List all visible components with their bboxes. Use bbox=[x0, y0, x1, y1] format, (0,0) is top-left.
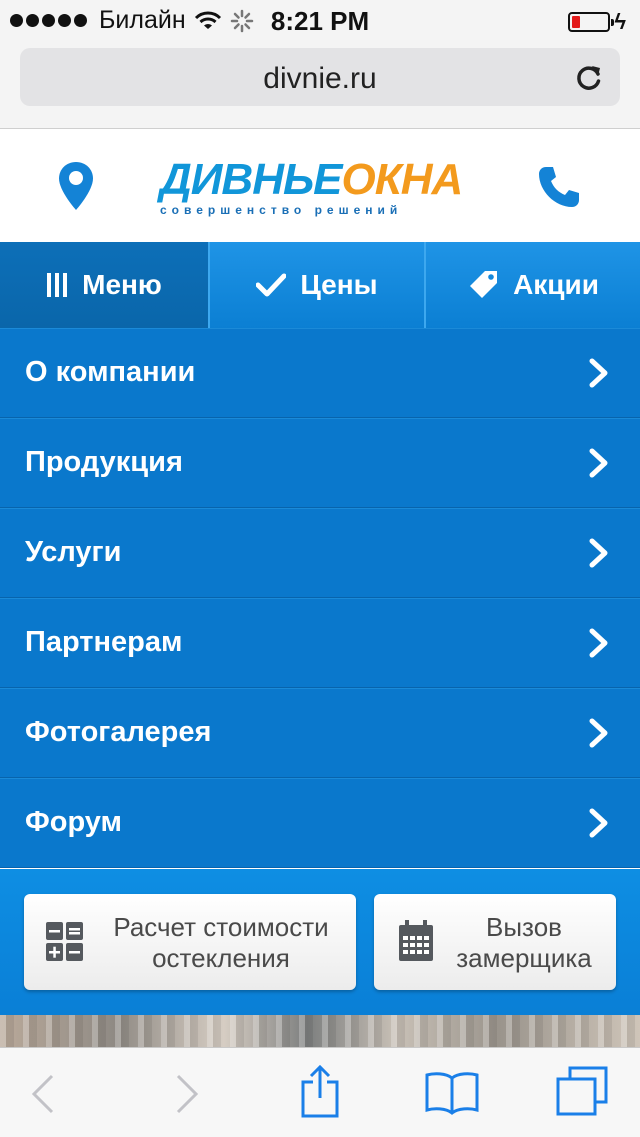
call-measurer-line-2: замерщика bbox=[456, 943, 592, 973]
menu-item-label: Продукция bbox=[25, 446, 183, 478]
banner-image bbox=[0, 1015, 640, 1047]
charging-bolt-icon: ϟ bbox=[614, 9, 626, 34]
tag-icon bbox=[470, 271, 498, 298]
logo-word-2: ОКНА bbox=[341, 155, 463, 204]
action-panel: Расчет стоимости остекления Вызов замерщ… bbox=[0, 869, 640, 1015]
calculate-cost-line-1: Расчет стоимости bbox=[113, 912, 329, 942]
logo-tagline: совершенство решений bbox=[160, 203, 403, 217]
calculator-icon bbox=[46, 922, 83, 961]
site-header: ДИВНЬЕОКНА совершенство решений bbox=[0, 129, 640, 242]
chevron-right-icon bbox=[589, 358, 608, 388]
forward-icon[interactable] bbox=[174, 1074, 200, 1114]
chevron-right-icon bbox=[589, 718, 608, 748]
address-bar[interactable]: divnie.ru bbox=[20, 48, 620, 106]
browser-chrome: divnie.ru bbox=[0, 40, 640, 129]
logo-word-1: ДИВНЬЕ bbox=[160, 155, 342, 204]
menu-item-about[interactable]: О компании bbox=[0, 328, 640, 418]
url-text: divnie.ru bbox=[263, 62, 377, 95]
menu-item-gallery[interactable]: Фотогалерея bbox=[0, 688, 640, 778]
calendar-icon bbox=[399, 920, 433, 961]
tab-prices-label: Цены bbox=[300, 269, 378, 300]
menu-item-products[interactable]: Продукция bbox=[0, 418, 640, 508]
reload-icon[interactable] bbox=[572, 60, 606, 94]
chevron-right-icon bbox=[589, 448, 608, 478]
tabs-icon[interactable] bbox=[556, 1066, 608, 1116]
tab-navigation: Меню Цены Акции bbox=[0, 242, 640, 328]
menu-bars-icon bbox=[47, 273, 68, 297]
menu-item-partners[interactable]: Партнерам bbox=[0, 598, 640, 688]
calculate-cost-label: Расчет стоимости остекления bbox=[96, 912, 346, 974]
share-icon[interactable] bbox=[300, 1064, 340, 1118]
call-measurer-button[interactable]: Вызов замерщика bbox=[374, 894, 616, 990]
map-pin-icon[interactable] bbox=[58, 161, 94, 211]
main-menu: О компании Продукция Услуги Партнерам Фо… bbox=[0, 328, 640, 868]
tab-prices[interactable]: Цены bbox=[210, 242, 426, 328]
battery-icon bbox=[568, 12, 615, 32]
menu-item-label: Фотогалерея bbox=[25, 716, 212, 748]
back-icon[interactable] bbox=[30, 1074, 56, 1114]
tab-promotions[interactable]: Акции bbox=[426, 242, 640, 328]
logo-wordmark: ДИВНЬЕОКНА bbox=[160, 155, 480, 205]
chevron-right-icon bbox=[589, 628, 608, 658]
call-measurer-line-1: Вызов bbox=[486, 912, 562, 942]
call-measurer-label: Вызов замерщика bbox=[440, 912, 608, 974]
battery-indicator: ϟ bbox=[568, 9, 626, 35]
status-time: 8:21 PM bbox=[270, 6, 370, 36]
menu-item-label: Форум bbox=[25, 806, 122, 838]
chevron-right-icon bbox=[589, 808, 608, 838]
browser-toolbar bbox=[0, 1047, 640, 1137]
phone-icon[interactable] bbox=[536, 164, 582, 210]
tab-menu[interactable]: Меню bbox=[0, 242, 210, 328]
calculate-cost-button[interactable]: Расчет стоимости остекления bbox=[24, 894, 356, 990]
bookmarks-icon[interactable] bbox=[424, 1070, 480, 1116]
status-bar: Билайн 8:21 PM ϟ bbox=[0, 0, 640, 40]
tab-promotions-label: Акции bbox=[513, 269, 599, 300]
chevron-right-icon bbox=[589, 538, 608, 568]
calculate-cost-line-2: остекления bbox=[152, 943, 290, 973]
menu-item-label: Партнерам bbox=[25, 626, 183, 658]
menu-item-services[interactable]: Услуги bbox=[0, 508, 640, 598]
tab-menu-label: Меню bbox=[82, 269, 162, 300]
site-logo[interactable]: ДИВНЬЕОКНА совершенство решений bbox=[160, 155, 480, 223]
checkmark-icon bbox=[256, 273, 287, 297]
menu-item-label: О компании bbox=[25, 356, 196, 388]
menu-item-label: Услуги bbox=[25, 536, 122, 568]
menu-item-forum[interactable]: Форум bbox=[0, 778, 640, 868]
